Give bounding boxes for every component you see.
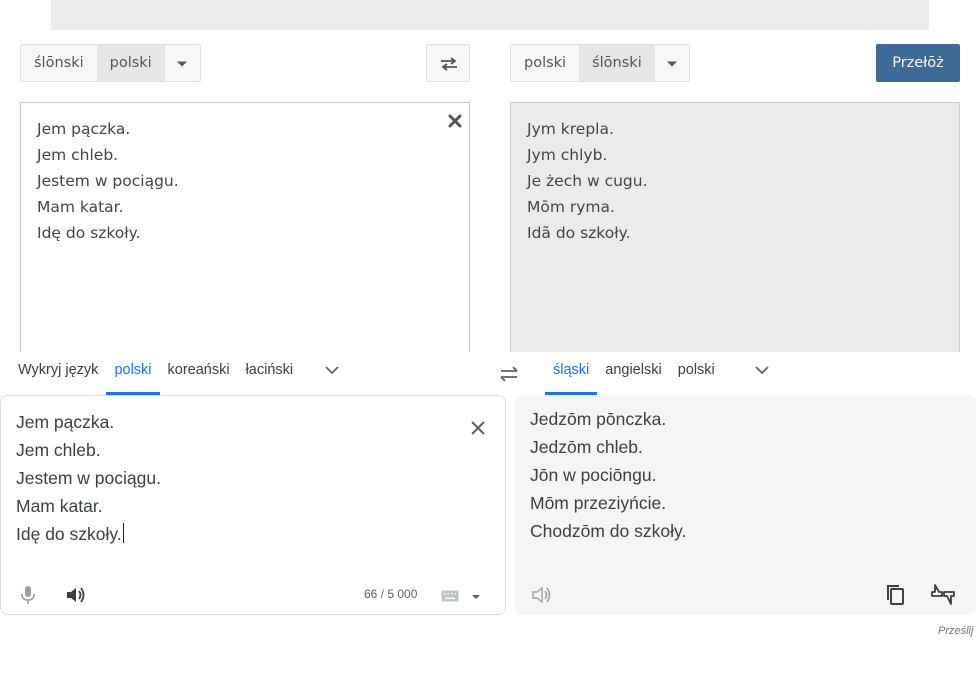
tab-lacinski[interactable]: łaciński [238, 349, 302, 395]
source-language-bar: ślōnski polski [20, 44, 201, 82]
target-language-bar: polski ślōnski [510, 44, 690, 82]
swap-icon [441, 57, 457, 71]
speaker-icon[interactable] [531, 585, 553, 605]
target-line: Jedzōm chleb. [530, 437, 643, 457]
target-line: Jōn w pociōngu. [530, 465, 657, 485]
target-lang-polski[interactable]: polski [511, 45, 579, 81]
source-line: Mam katar. [16, 496, 103, 516]
target-line: Chodzōm do szkoły. [530, 521, 687, 541]
translate-button[interactable]: Przełōż [876, 44, 960, 82]
source-line: Idę do szkoły. [37, 224, 141, 242]
microphone-icon[interactable] [20, 585, 36, 605]
source-line: Jestem w pociągu. [16, 468, 161, 488]
source-line: Jestem w pociągu. [37, 172, 179, 190]
source-language-tabs: Wykryj język polski koreański łaciński [10, 349, 347, 395]
speaker-icon[interactable] [65, 585, 87, 605]
chevron-down-icon [325, 366, 339, 375]
source-line: Mam katar. [37, 198, 124, 216]
source-text-card[interactable]: Jem pączka. Jem chleb. Jestem w pociągu.… [0, 395, 506, 615]
rate-icon[interactable] [930, 583, 956, 607]
caret-down-icon [666, 61, 677, 67]
character-counter: 66 / 5 000 [364, 587, 418, 601]
source-textarea[interactable]: Jem pączka. Jem chleb. Jestem w pociągu.… [20, 102, 470, 352]
source-lang-polski[interactable]: polski [96, 45, 165, 81]
more-source-languages-button[interactable] [317, 349, 347, 395]
target-line: Jym chlyb. [527, 146, 608, 164]
source-text-input[interactable]: Jem pączka. Jem chleb. Jestem w pociągu.… [16, 408, 161, 548]
translation-card: Jedzōm pōnczka. Jedzōm chleb. Jōn w poci… [514, 395, 976, 615]
tab-polski[interactable]: polski [106, 349, 160, 395]
send-feedback-link[interactable]: Prześlij [938, 625, 973, 637]
swap-languages-icon[interactable] [498, 365, 520, 383]
source-line-last: Idę do szkoły. [16, 520, 161, 548]
input-tools-button[interactable] [441, 586, 487, 604]
target-language-tabs: śląski angielski polski [545, 349, 777, 395]
target-line: Jym krepla. [527, 120, 614, 138]
copy-icon[interactable] [886, 584, 906, 606]
source-line: Jem chleb. [37, 146, 119, 164]
swap-languages-button[interactable] [426, 44, 470, 82]
translation-output: Jym krepla. Jym chlyb. Je żech w cugu. M… [510, 102, 960, 352]
keyboard-icon [441, 590, 459, 602]
close-icon[interactable] [470, 420, 486, 436]
target-line: Idã do szkoły. [527, 224, 631, 242]
clear-icon[interactable] [447, 113, 463, 129]
tab-detect-language[interactable]: Wykryj język [10, 349, 106, 395]
source-line: Jem pączka. [16, 412, 115, 432]
target-line: Mōm przeziyńcie. [530, 493, 667, 513]
source-lang-dropdown[interactable] [165, 45, 200, 81]
target-lang-slonski[interactable]: ślōnski [579, 45, 655, 81]
tab-slaski[interactable]: śląski [545, 349, 598, 395]
source-line: Idę do szkoły. [16, 524, 122, 544]
caret-down-icon [177, 61, 188, 67]
chevron-down-icon [755, 366, 769, 375]
tab-angielski[interactable]: angielski [597, 349, 669, 395]
target-line: Je żech w cugu. [527, 172, 648, 190]
target-lang-dropdown[interactable] [655, 45, 689, 81]
caret-down-icon [472, 595, 480, 599]
text-cursor [122, 523, 124, 543]
target-line: Jedzōm pōnczka. [530, 409, 667, 429]
top-banner [51, 0, 929, 30]
source-line: Jem pączka. [37, 120, 131, 138]
translation-text: Jedzōm pōnczka. Jedzōm chleb. Jōn w poci… [530, 405, 686, 545]
tab-koreanski[interactable]: koreański [160, 349, 238, 395]
source-lang-slonski[interactable]: ślōnski [21, 45, 97, 81]
more-target-languages-button[interactable] [747, 349, 777, 395]
tab-polski-target[interactable]: polski [670, 349, 723, 395]
target-line: Mōm ryma. [527, 198, 615, 216]
source-line: Jem chleb. [16, 440, 101, 460]
